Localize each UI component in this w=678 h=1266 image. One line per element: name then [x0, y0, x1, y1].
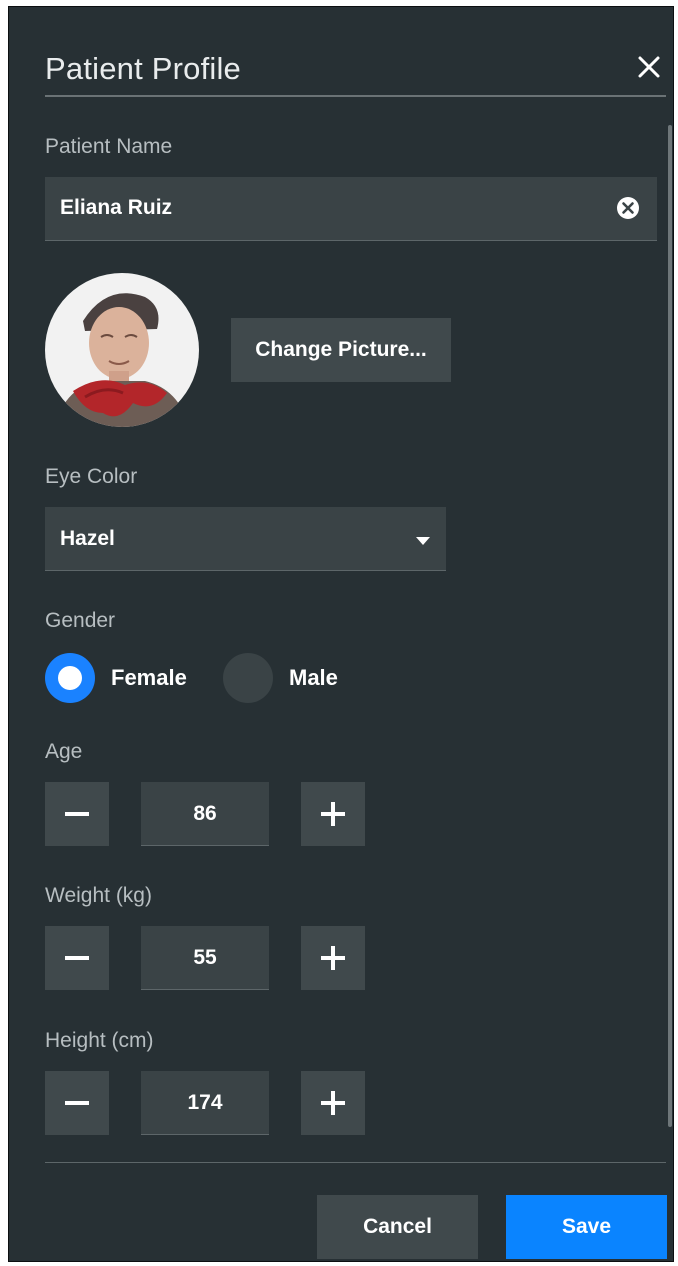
- clear-name-button[interactable]: [616, 196, 640, 220]
- eye-color-select[interactable]: Hazel: [45, 507, 446, 571]
- age-decrement-button[interactable]: [45, 782, 109, 846]
- age-value[interactable]: 86: [141, 782, 269, 846]
- form-scroll-area: Patient Name Eliana Ruiz Change Picture.…: [9, 107, 673, 1137]
- height-increment-button[interactable]: [301, 1071, 365, 1135]
- eye-color-label: Eye Color: [45, 465, 138, 488]
- clear-circle-icon: [617, 197, 639, 219]
- gender-radio-female[interactable]: [45, 653, 95, 703]
- gender-label-male: Male: [289, 665, 338, 690]
- footer-divider: [45, 1162, 666, 1163]
- save-button[interactable]: Save: [506, 1195, 667, 1259]
- cancel-button[interactable]: Cancel: [317, 1195, 478, 1259]
- weight-decrement-button[interactable]: [45, 926, 109, 990]
- weight-label: Weight (kg): [45, 884, 152, 907]
- gender-radio-male[interactable]: [223, 653, 273, 703]
- avatar: [45, 273, 199, 427]
- gender-label-female: Female: [111, 665, 187, 690]
- change-picture-button[interactable]: Change Picture...: [231, 318, 451, 382]
- minus-icon: [65, 956, 89, 960]
- close-icon: [638, 56, 660, 78]
- height-value[interactable]: 174: [141, 1071, 269, 1135]
- weight-value[interactable]: 55: [141, 926, 269, 990]
- dialog-title: Patient Profile: [45, 51, 241, 86]
- minus-icon: [65, 812, 89, 816]
- patient-profile-dialog: Patient Profile Patient Name Eliana Ruiz…: [8, 6, 674, 1262]
- eye-color-value: Hazel: [60, 527, 115, 550]
- plus-icon: [321, 1091, 345, 1115]
- minus-icon: [65, 1101, 89, 1105]
- height-label: Height (cm): [45, 1029, 154, 1052]
- patient-name-label: Patient Name: [45, 135, 173, 158]
- age-increment-button[interactable]: [301, 782, 365, 846]
- height-decrement-button[interactable]: [45, 1071, 109, 1135]
- plus-icon: [321, 946, 345, 970]
- close-button[interactable]: [633, 51, 665, 83]
- patient-photo: [45, 273, 199, 427]
- scrollbar[interactable]: [668, 125, 672, 1127]
- plus-icon: [321, 802, 345, 826]
- patient-name-field[interactable]: [45, 177, 657, 241]
- gender-label: Gender: [45, 609, 116, 632]
- patient-name-input[interactable]: [45, 177, 605, 239]
- caret-down-icon: [416, 537, 430, 545]
- age-label: Age: [45, 740, 83, 763]
- title-divider: [45, 95, 666, 97]
- weight-increment-button[interactable]: [301, 926, 365, 990]
